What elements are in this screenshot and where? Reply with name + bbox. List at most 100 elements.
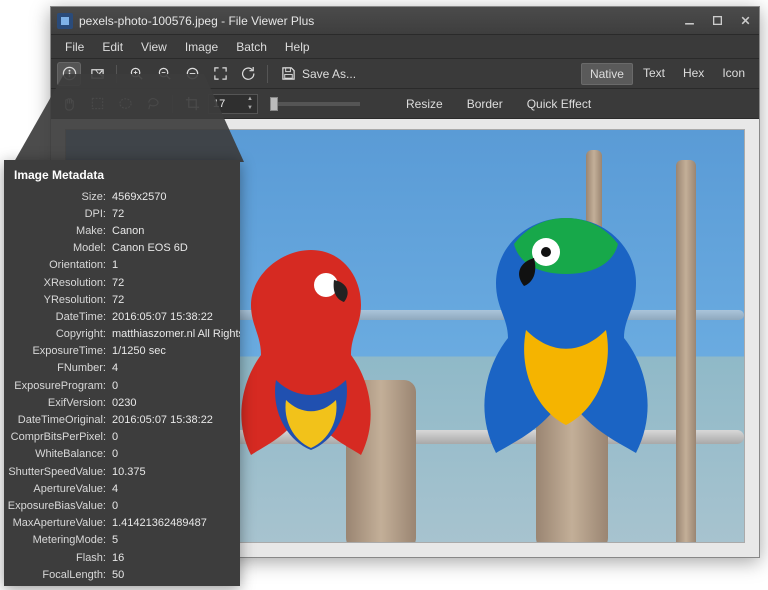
meta-row: Size:4569x2570	[4, 188, 240, 205]
view-mode-switch: Native Text Hex Icon	[581, 63, 753, 85]
meta-value: 4	[112, 362, 240, 374]
ellipse-select-icon[interactable]	[113, 92, 137, 116]
maximize-button[interactable]	[703, 10, 731, 32]
toolbar-primary: Save As... Native Text Hex Icon	[51, 59, 759, 89]
meta-row: XResolution:72	[4, 274, 240, 291]
view-icon[interactable]: Icon	[714, 63, 753, 85]
zoom-value-field[interactable]	[209, 98, 243, 110]
menu-view[interactable]: View	[133, 37, 175, 57]
view-text[interactable]: Text	[635, 63, 673, 85]
meta-row: ExposureTime:1/1250 sec	[4, 343, 240, 360]
menu-batch[interactable]: Batch	[228, 37, 275, 57]
zoom-in-icon[interactable]	[124, 62, 148, 86]
crop-icon[interactable]	[180, 92, 204, 116]
close-button[interactable]	[731, 10, 759, 32]
separator	[267, 65, 268, 83]
meta-key: Make:	[4, 225, 112, 237]
menu-help[interactable]: Help	[277, 37, 318, 57]
window-title: pexels-photo-100576.jpeg - File Viewer P…	[79, 14, 314, 28]
meta-key: ComprBitsPerPixel:	[4, 431, 112, 443]
meta-value: 72	[112, 277, 240, 289]
view-hex[interactable]: Hex	[675, 63, 712, 85]
toolbar-secondary: ▲▼ Resize Border Quick Effect	[51, 89, 759, 119]
marquee-icon[interactable]	[85, 92, 109, 116]
meta-value: 2016:05:07 15:38:22	[112, 311, 240, 323]
meta-row: Copyright:matthiaszomer.nl All Rights Re…	[4, 326, 240, 343]
meta-row: Orientation:1	[4, 257, 240, 274]
refresh-icon[interactable]	[236, 62, 260, 86]
parrot-blue	[456, 210, 676, 480]
meta-key: Size:	[4, 191, 112, 203]
meta-value: 72	[112, 208, 240, 220]
menu-edit[interactable]: Edit	[94, 37, 131, 57]
zoom-slider[interactable]	[270, 102, 360, 106]
meta-key: Orientation:	[4, 259, 112, 271]
save-as-label: Save As...	[302, 67, 356, 81]
meta-value: 1.41421362489487	[112, 517, 240, 529]
meta-key: MeteringMode:	[4, 534, 112, 546]
save-icon	[281, 66, 296, 81]
menu-image[interactable]: Image	[177, 37, 226, 57]
meta-key: MaxApertureValue:	[4, 517, 112, 529]
meta-row: ExposureBiasValue:0	[4, 497, 240, 514]
view-native[interactable]: Native	[581, 63, 633, 85]
meta-key: DPI:	[4, 208, 112, 220]
lasso-icon[interactable]	[141, 92, 165, 116]
meta-key: WhiteBalance:	[4, 448, 112, 460]
metadata-panel: Image Metadata Size:4569x2570DPI:72Make:…	[4, 160, 240, 586]
menu-file[interactable]: File	[57, 37, 92, 57]
meta-value: 72	[112, 294, 240, 306]
zoom-reset-icon[interactable]	[180, 62, 204, 86]
spin-down[interactable]: ▼	[243, 104, 257, 113]
meta-key: ExposureTime:	[4, 345, 112, 357]
meta-row: ComprBitsPerPixel:0	[4, 429, 240, 446]
meta-value: 16	[112, 552, 240, 564]
meta-value: 0	[112, 500, 240, 512]
meta-key: Model:	[4, 242, 112, 254]
meta-key: ExposureProgram:	[4, 380, 112, 392]
quick-effect-button[interactable]: Quick Effect	[517, 94, 601, 114]
meta-value: 1	[112, 259, 240, 271]
meta-row: MaxApertureValue:1.41421362489487	[4, 515, 240, 532]
save-as-button[interactable]: Save As...	[275, 63, 362, 84]
meta-key: ExposureBiasValue:	[4, 500, 112, 512]
meta-value: 2016:05:07 15:38:22	[112, 414, 240, 426]
zoom-value-input[interactable]: ▲▼	[208, 94, 258, 114]
meta-row: WhiteBalance:0	[4, 446, 240, 463]
meta-key: Flash:	[4, 552, 112, 564]
meta-value: 0	[112, 448, 240, 460]
app-icon	[57, 13, 73, 29]
info-icon[interactable]	[57, 62, 81, 86]
meta-row: SubsecTimeOriginal:96	[4, 583, 240, 586]
slider-thumb[interactable]	[270, 97, 278, 111]
spin-up[interactable]: ▲	[243, 95, 257, 104]
fullscreen-icon[interactable]	[208, 62, 232, 86]
meta-key: DateTimeOriginal:	[4, 414, 112, 426]
meta-row: DPI:72	[4, 205, 240, 222]
open-icon[interactable]	[85, 62, 109, 86]
meta-value: 0	[112, 380, 240, 392]
meta-key: ShutterSpeedValue:	[4, 466, 112, 478]
meta-key: XResolution:	[4, 277, 112, 289]
hand-icon[interactable]	[57, 92, 81, 116]
meta-row: Flash:16	[4, 549, 240, 566]
meta-row: Model:Canon EOS 6D	[4, 240, 240, 257]
meta-key: FNumber:	[4, 362, 112, 374]
meta-value: 10.375	[112, 466, 240, 478]
meta-row: FNumber:4	[4, 360, 240, 377]
separator	[116, 65, 117, 83]
meta-key: FocalLength:	[4, 569, 112, 581]
meta-value: 4	[112, 483, 240, 495]
meta-value: 1/1250 sec	[112, 345, 240, 357]
meta-row: Make:Canon	[4, 222, 240, 239]
meta-value: matthiaszomer.nl All Rights Res	[112, 328, 240, 340]
minimize-button[interactable]	[675, 10, 703, 32]
meta-key: Copyright:	[4, 328, 112, 340]
zoom-out-icon[interactable]	[152, 62, 176, 86]
resize-button[interactable]: Resize	[396, 94, 453, 114]
border-button[interactable]: Border	[457, 94, 513, 114]
metadata-title: Image Metadata	[4, 168, 240, 188]
meta-row: DateTime:2016:05:07 15:38:22	[4, 308, 240, 325]
meta-value: 4569x2570	[112, 191, 240, 203]
titlebar[interactable]: pexels-photo-100576.jpeg - File Viewer P…	[51, 7, 759, 35]
